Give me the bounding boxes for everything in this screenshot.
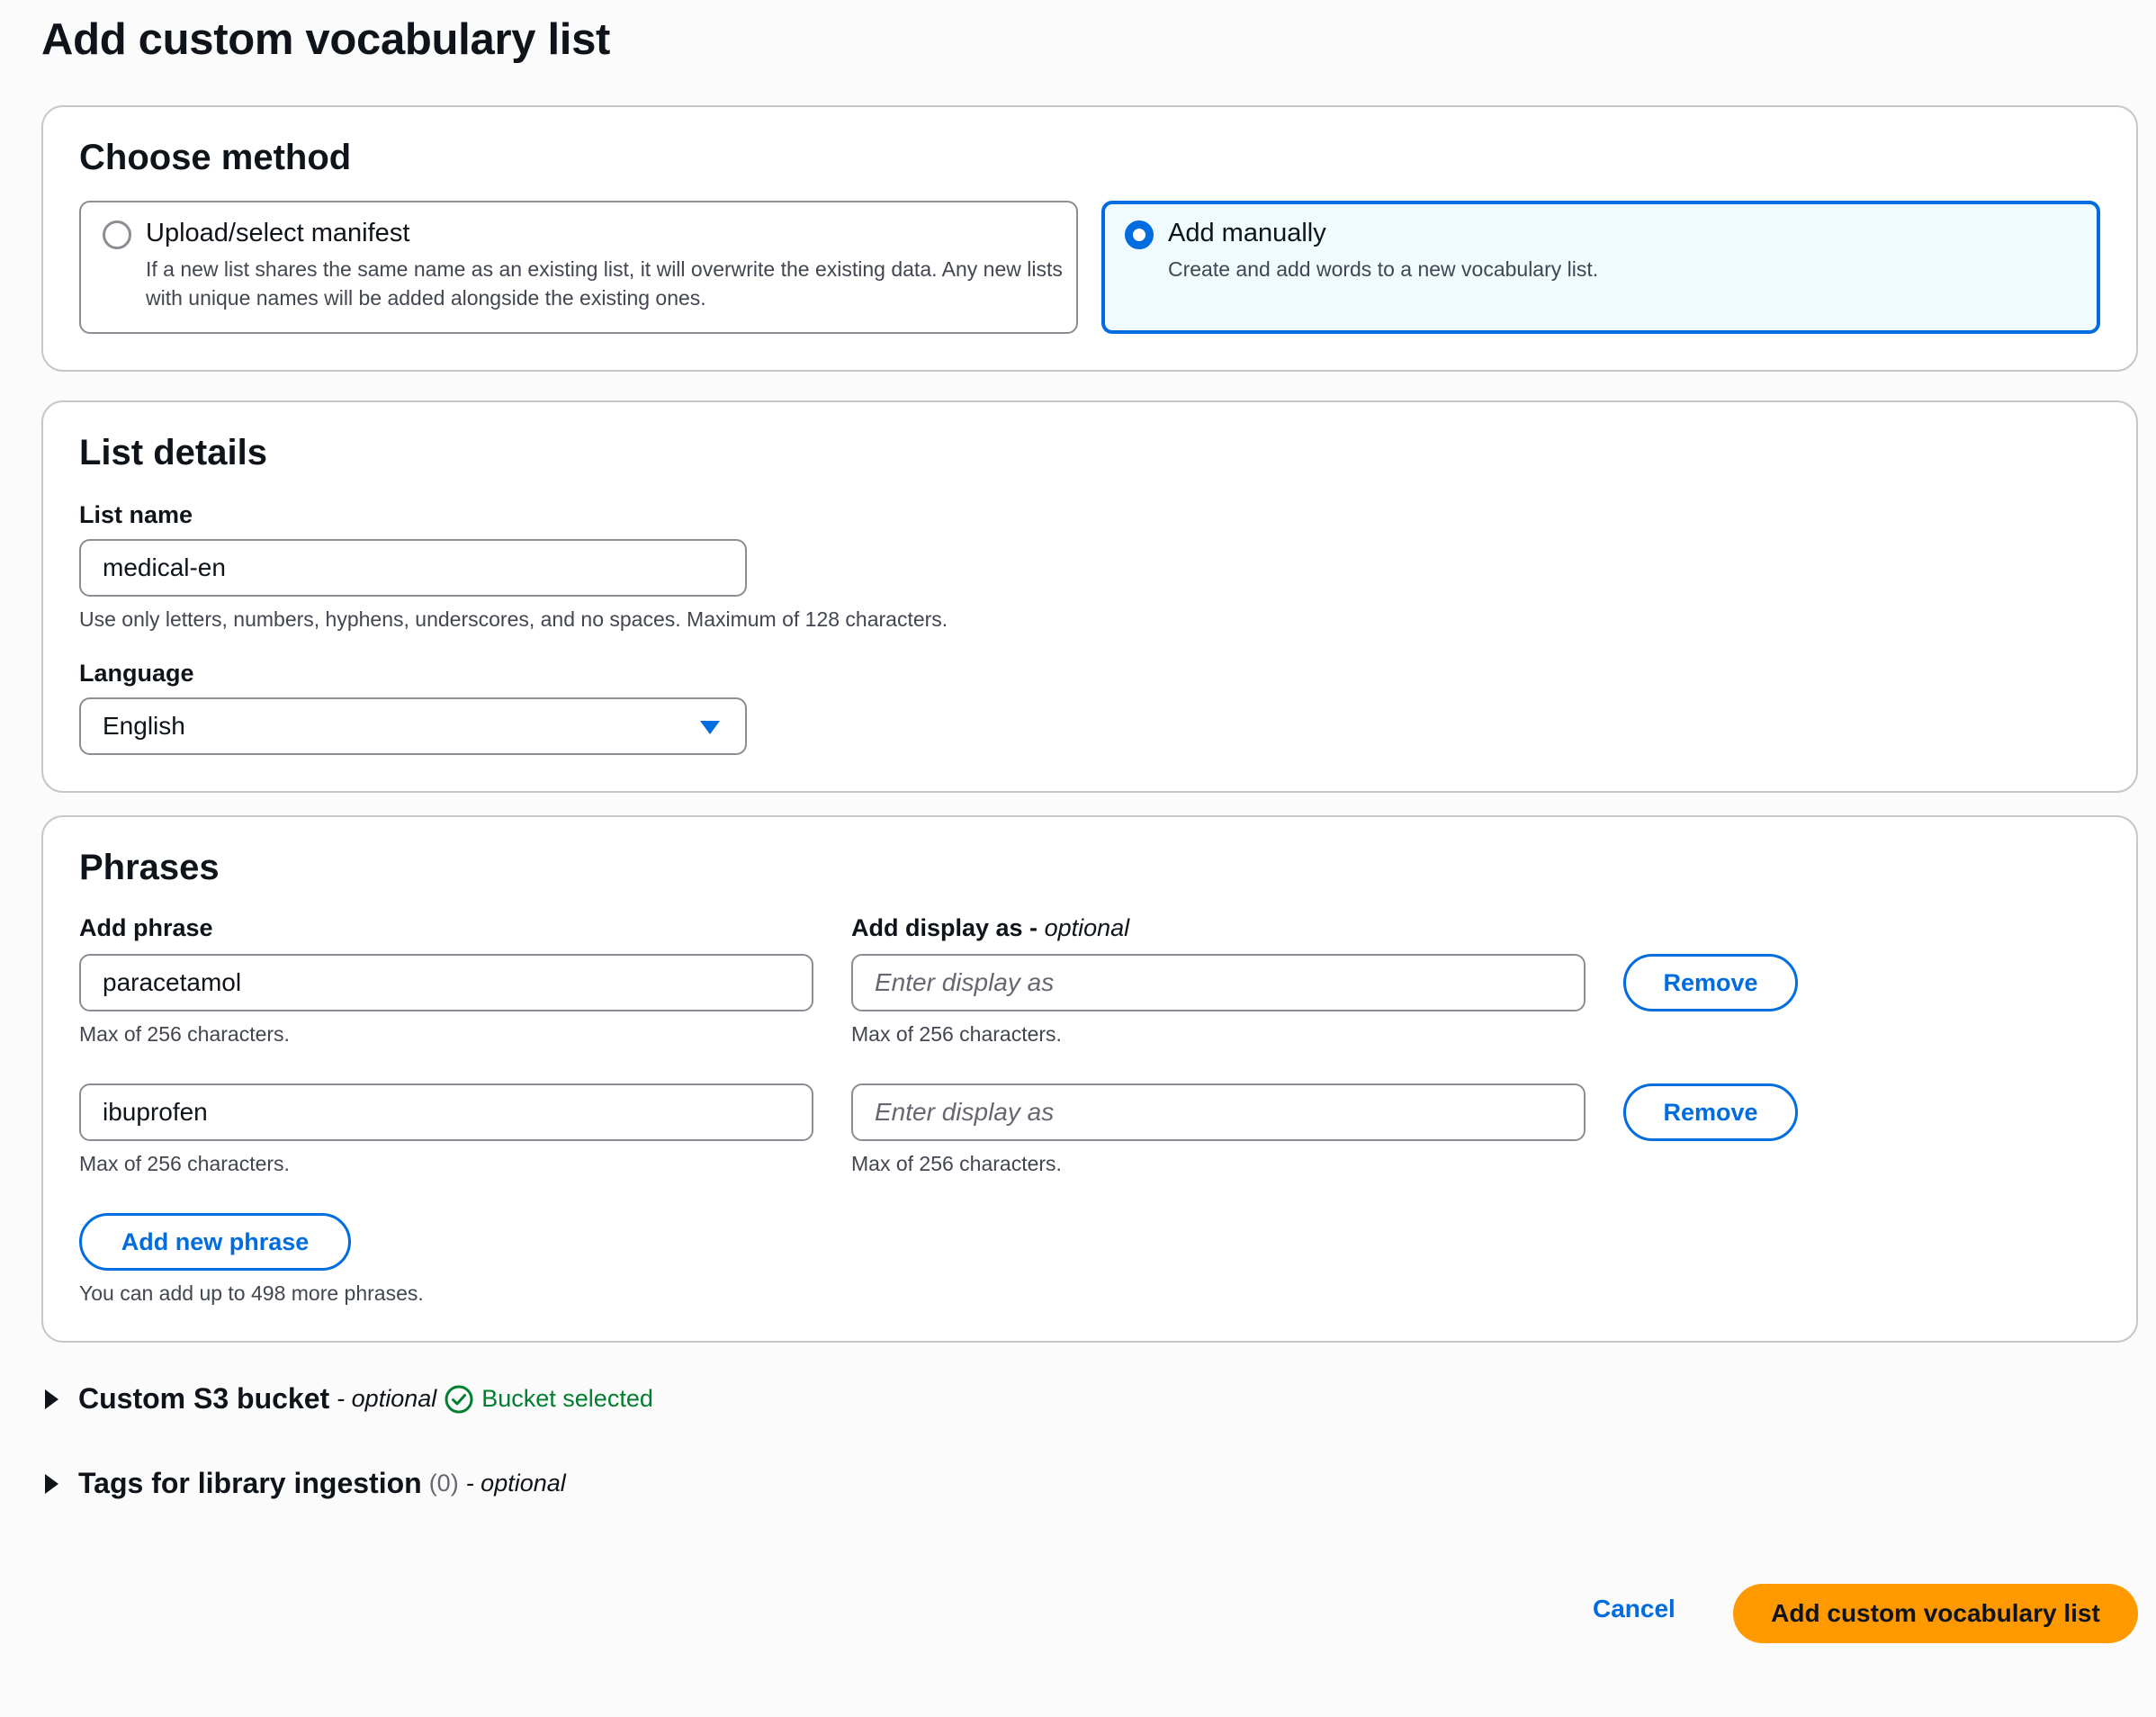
check-circle-icon xyxy=(445,1385,473,1413)
choose-method-panel: Choose method Upload/select manifest If … xyxy=(41,105,2138,372)
add-custom-vocabulary-list-button[interactable]: Add custom vocabulary list xyxy=(1733,1584,2138,1643)
phrase-input[interactable] xyxy=(79,1083,813,1141)
tags-count: (0) xyxy=(428,1470,459,1497)
display-as-label-text: Add display as - xyxy=(851,914,1045,941)
display-max-hint: Max of 256 characters. xyxy=(851,1152,1062,1175)
upload-manifest-label: Upload/select manifest xyxy=(146,219,410,247)
s3-bucket-title: Custom S3 bucket xyxy=(78,1382,330,1415)
upload-manifest-radio[interactable] xyxy=(103,220,131,249)
display-as-label: Add display as - optional xyxy=(851,914,1129,942)
display-as-input[interactable] xyxy=(851,954,1586,1011)
add-vocabulary-page: Add custom vocabulary list Choose method… xyxy=(0,0,2156,1717)
list-name-label: List name xyxy=(79,501,193,528)
s3-bucket-status: Bucket selected xyxy=(444,1384,653,1415)
phrase-input[interactable] xyxy=(79,954,813,1011)
display-max-hint: Max of 256 characters. xyxy=(851,1022,1062,1046)
caret-down-icon xyxy=(700,721,720,734)
s3-bucket-status-text: Bucket selected xyxy=(481,1385,653,1412)
list-name-input[interactable] xyxy=(79,539,747,597)
phrases-title: Phrases xyxy=(79,848,220,887)
tags-title: Tags for library ingestion xyxy=(78,1467,422,1499)
list-details-title: List details xyxy=(79,433,267,472)
s3-bucket-optional: - optional xyxy=(337,1385,437,1412)
phrases-remaining-hint: You can add up to 498 more phrases. xyxy=(79,1281,424,1305)
language-selected-value: English xyxy=(103,712,185,740)
language-select[interactable]: English xyxy=(79,697,747,755)
choose-method-title: Choose method xyxy=(79,138,352,177)
page-title: Add custom vocabulary list xyxy=(41,15,611,64)
add-new-phrase-button[interactable]: Add new phrase xyxy=(79,1213,351,1271)
add-phrase-label: Add phrase xyxy=(79,914,213,941)
list-name-hint: Use only letters, numbers, hyphens, unde… xyxy=(79,607,948,631)
tags-optional: - optional xyxy=(465,1470,566,1497)
add-manually-description: Create and add words to a new vocabulary… xyxy=(1168,257,1599,281)
display-as-optional: optional xyxy=(1044,914,1130,941)
remove-phrase-button[interactable]: Remove xyxy=(1623,954,1798,1011)
add-manually-label: Add manually xyxy=(1168,219,1326,247)
phrase-max-hint: Max of 256 characters. xyxy=(79,1022,290,1046)
add-manually-radio[interactable] xyxy=(1125,220,1154,249)
language-label: Language xyxy=(79,660,194,687)
caret-right-icon xyxy=(45,1389,58,1409)
phrase-max-hint: Max of 256 characters. xyxy=(79,1152,290,1175)
custom-s3-bucket-expander[interactable]: Custom S3 bucket - optional Bucket selec… xyxy=(45,1382,653,1416)
remove-phrase-button[interactable]: Remove xyxy=(1623,1083,1798,1141)
list-details-panel: List details List name Use only letters,… xyxy=(41,400,2138,793)
display-as-input[interactable] xyxy=(851,1083,1586,1141)
tags-expander[interactable]: Tags for library ingestion (0) - optiona… xyxy=(45,1467,566,1500)
method-add-manually-option[interactable]: Add manually Create and add words to a n… xyxy=(1101,201,2100,334)
method-upload-manifest-option[interactable]: Upload/select manifest If a new list sha… xyxy=(79,201,1078,334)
phrases-panel: Phrases Add phrase Add display as - opti… xyxy=(41,815,2138,1343)
caret-right-icon xyxy=(45,1473,58,1494)
upload-manifest-description: If a new list shares the same name as an… xyxy=(146,257,1063,310)
cancel-button[interactable]: Cancel xyxy=(1593,1595,1675,1623)
